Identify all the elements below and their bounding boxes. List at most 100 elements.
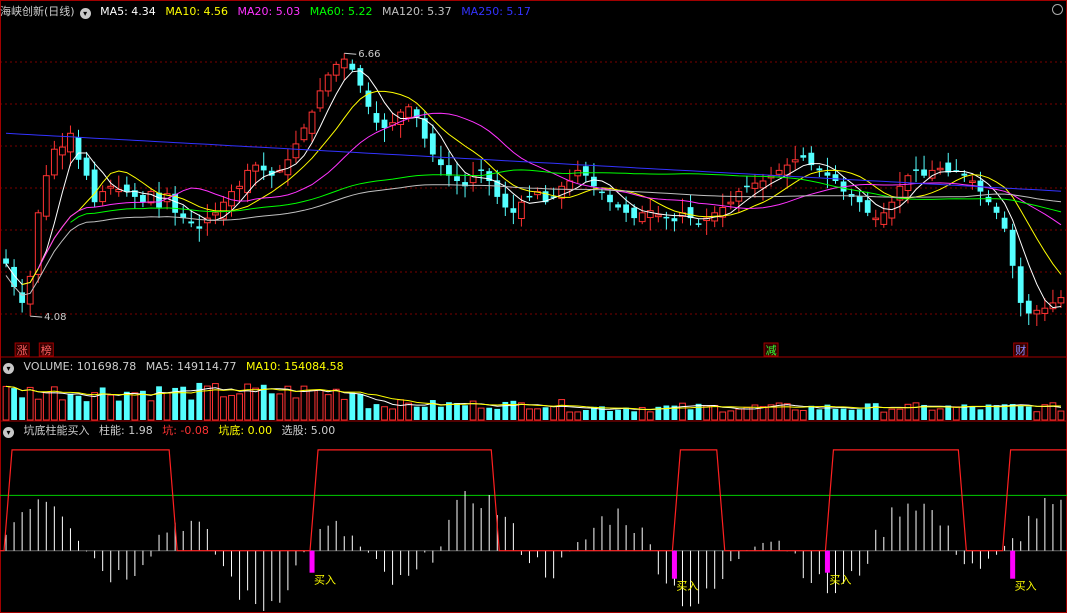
candle-up [67, 132, 74, 153]
volume-bar-down [156, 386, 162, 420]
candle-up [727, 201, 735, 205]
volume-bar-down [454, 403, 460, 420]
event-tag-text: 榜 [41, 343, 52, 357]
volume-bar-up [912, 402, 920, 421]
price-header: 海峡创新(日线) ▾ MA5: 4.34 MA10: 4.56 MA20: 5.0… [0, 3, 537, 21]
volume-bar-down [268, 393, 275, 420]
volume-bar-up [252, 387, 260, 421]
indicator-name: 坑底柱能买入 [23, 424, 90, 437]
candle-down [985, 196, 992, 203]
volume-bar-down [623, 407, 630, 420]
legend-ma10: MA10: 4.56 [165, 5, 229, 18]
volume-bar-up [518, 402, 525, 421]
candle-up [775, 169, 783, 175]
candle-down [921, 169, 927, 176]
volume-bar-down [486, 407, 493, 420]
candle-down [590, 176, 597, 187]
volume-bar-up [566, 411, 574, 421]
candle-up [518, 201, 525, 220]
candle-down [832, 174, 839, 181]
volume-bar-up [107, 394, 115, 421]
volume-bar-down [599, 406, 605, 420]
volume-bar-up [131, 392, 139, 421]
candle-down [582, 166, 589, 176]
legend-ma60: MA60: 5.22 [309, 5, 373, 18]
candle-down [478, 169, 485, 171]
volume-bar-down [510, 400, 517, 420]
candle-down [663, 216, 670, 219]
legend-zhuneng: 柱能: 1.98 [99, 424, 153, 437]
candle-up [212, 212, 219, 216]
candle-up [324, 74, 332, 92]
candle-up [236, 185, 243, 190]
volume-bar-down [607, 411, 613, 420]
volume-bar-up [1049, 402, 1057, 421]
candle-down [1017, 266, 1024, 303]
volume-bar-up [791, 409, 799, 421]
stock-chart: 6.66 4.08 涨榜 减 财买入 买入 买入 买入 [0, 0, 1067, 613]
buy-label: 买入 [314, 574, 336, 587]
volume-bar-down [349, 392, 356, 420]
volume-bar-down [993, 405, 1000, 420]
high-price-pointer [344, 52, 357, 55]
volume-bar-down [123, 391, 130, 420]
ma60-line [70, 169, 1062, 223]
volume-bar-up [928, 409, 936, 421]
candle-down [83, 157, 90, 176]
volume-bar-up [397, 399, 405, 421]
volume-bar-down [1025, 406, 1032, 420]
candle-down [913, 169, 919, 171]
candle-down [1001, 217, 1008, 229]
volume-bar-down [856, 409, 863, 420]
candle-down [800, 155, 807, 158]
volume-bar-up [904, 403, 912, 421]
legend-ma20: MA20: 5.03 [237, 5, 301, 18]
volume-bar-up [558, 399, 566, 421]
volume-bar-up [646, 411, 654, 421]
candle-down [502, 193, 509, 208]
volume-bar-up [711, 405, 719, 421]
volume-bar-up [340, 398, 348, 421]
volume-bar-down [188, 399, 195, 420]
volume-bar-up [526, 408, 533, 421]
candle-up [936, 167, 944, 171]
event-tag-text: 涨 [17, 344, 28, 357]
volume-bar-down [687, 409, 694, 420]
volume-bar-up [952, 406, 960, 421]
indicator-toggle-icon[interactable]: ▾ [3, 427, 14, 438]
candle-down [1025, 300, 1032, 314]
volume-bar-down [83, 401, 90, 420]
candle-up [292, 143, 300, 159]
volume-toggle-icon[interactable]: ▾ [3, 363, 14, 374]
volume-bar-up [220, 396, 227, 421]
volume-bar-up [679, 402, 686, 421]
legend-kengdi: 坑底: 0.00 [218, 424, 273, 437]
volume-bar-up [896, 408, 904, 421]
high-price-label: 6.66 [358, 49, 380, 60]
candle-down [510, 208, 517, 213]
candle-down [526, 195, 533, 198]
chart-border [0, 0, 1067, 613]
settings-circle-icon[interactable]: ▾ [79, 8, 91, 19]
candle-up [107, 185, 115, 189]
candle-down [631, 207, 638, 219]
volume-bar-down [99, 387, 106, 420]
candle-down [3, 258, 9, 264]
candle-up [332, 63, 340, 76]
candle-down [744, 185, 750, 188]
volume-bar-down [542, 407, 549, 420]
candle-down [373, 113, 380, 123]
volume-bar-up [163, 392, 171, 421]
volume-bar-down [19, 397, 26, 420]
event-tag-text: 减 [766, 344, 777, 357]
candle-down [140, 194, 146, 203]
buy-marker-bar [309, 550, 315, 573]
candle-up [872, 217, 880, 221]
volume-bar-down [840, 408, 847, 420]
volume-bar-up [574, 411, 582, 421]
close-circle-icon[interactable] [1052, 4, 1063, 15]
volume-bar-down [373, 404, 380, 420]
candle-up [888, 201, 896, 219]
candle-up [244, 169, 252, 194]
candle-down [454, 176, 460, 181]
